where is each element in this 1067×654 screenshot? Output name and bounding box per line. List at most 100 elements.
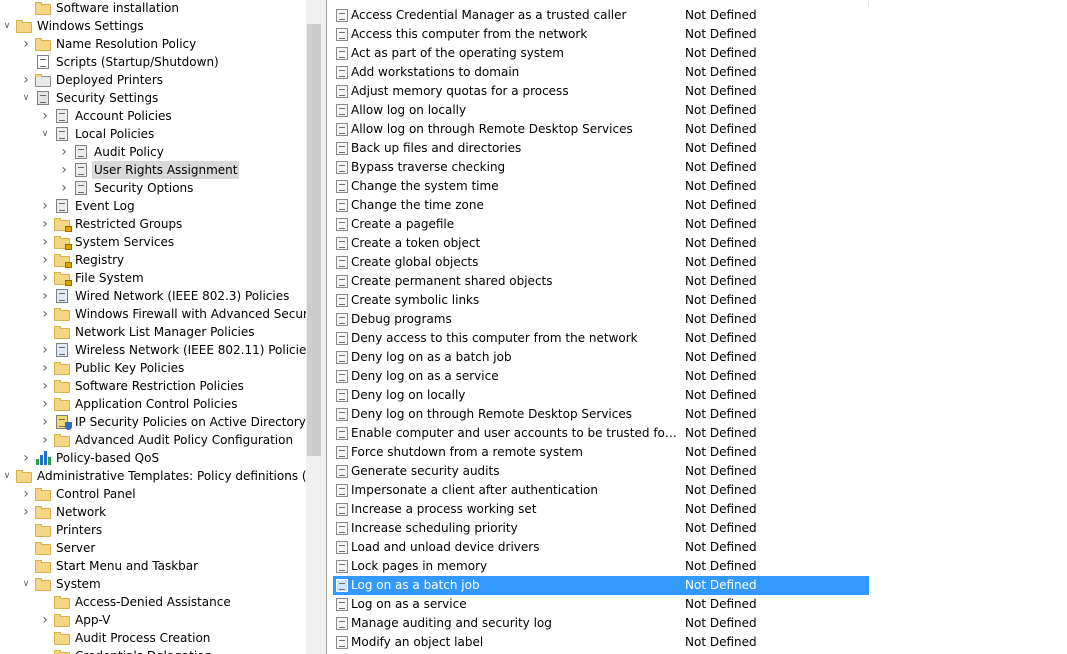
- policy-row[interactable]: Enable computer and user accounts to be …: [333, 424, 869, 443]
- tree-item[interactable]: Audit Process Creation: [38, 629, 306, 647]
- tree-item[interactable]: › Advanced Audit Policy Configuration: [38, 431, 306, 449]
- tree-item[interactable]: › Wired Network (IEEE 802.3) Policies: [38, 287, 306, 305]
- policy-row[interactable]: Increase a process working set Not Define…: [333, 500, 869, 519]
- policy-row[interactable]: Adjust memory quotas for a process Not De…: [333, 82, 869, 101]
- policy-row[interactable]: Lock pages in memory Not Defined: [333, 557, 869, 576]
- expand-chevron-icon[interactable]: ›: [38, 395, 52, 413]
- tree-item[interactable]: › Public Key Policies: [38, 359, 306, 377]
- policy-row[interactable]: Log on as a batch job Not Defined: [333, 576, 869, 595]
- policy-row[interactable]: Deny log on locally Not Defined: [333, 386, 869, 405]
- tree-item[interactable]: ∨ Windows Settings: [0, 17, 306, 35]
- collapse-chevron-icon[interactable]: ∨: [0, 467, 14, 485]
- policy-row[interactable]: Manage auditing and security log Not Defi…: [333, 614, 869, 633]
- expand-chevron-icon[interactable]: ›: [57, 143, 71, 161]
- tree-item[interactable]: › Restricted Groups: [38, 215, 306, 233]
- policy-row[interactable]: Deny access to this computer from the ne…: [333, 329, 869, 348]
- tree-item[interactable]: › Security Options: [57, 179, 306, 197]
- collapse-chevron-icon[interactable]: ∨: [19, 575, 33, 593]
- tree-item[interactable]: › Software Restriction Policies: [38, 377, 306, 395]
- expand-chevron-icon[interactable]: ›: [38, 269, 52, 287]
- tree-item[interactable]: › Policy-based QoS: [19, 449, 306, 467]
- expand-chevron-icon[interactable]: ›: [38, 107, 52, 125]
- tree-item[interactable]: › Wireless Network (IEEE 802.11) Policies: [38, 341, 306, 359]
- tree-item[interactable]: › Event Log: [38, 197, 306, 215]
- policy-row[interactable]: Create a pagefile Not Defined: [333, 215, 869, 234]
- collapse-chevron-icon[interactable]: ∨: [0, 17, 14, 35]
- tree-item[interactable]: Credentials Delegation: [38, 647, 306, 654]
- expand-chevron-icon[interactable]: ›: [38, 215, 52, 233]
- policy-row[interactable]: Force shutdown from a remote system Not D…: [333, 443, 869, 462]
- tree-item[interactable]: ∨ System: [19, 575, 306, 593]
- tree-item[interactable]: › Name Resolution Policy: [19, 35, 306, 53]
- tree-item[interactable]: Server: [19, 539, 306, 557]
- expand-chevron-icon[interactable]: ›: [38, 305, 52, 323]
- tree-item[interactable]: › Deployed Printers: [19, 71, 306, 89]
- policy-row[interactable]: Change the time zone Not Defined: [333, 196, 869, 215]
- policy-row[interactable]: Debug programs Not Defined: [333, 310, 869, 329]
- tree-item[interactable]: › IP Security Policies on Active Director…: [38, 413, 306, 431]
- console-tree[interactable]: Software installation ∨ Windows Settings › N…: [0, 0, 306, 654]
- tree-item[interactable]: Software installation: [19, 0, 306, 17]
- tree-item[interactable]: ∨ Local Policies: [38, 125, 306, 143]
- expand-chevron-icon[interactable]: ›: [38, 233, 52, 251]
- policy-row[interactable]: Create a token object Not Defined: [333, 234, 869, 253]
- tree-item[interactable]: › Network: [19, 503, 306, 521]
- policy-row[interactable]: Deny log on as a service Not Defined: [333, 367, 869, 386]
- tree-item[interactable]: › System Services: [38, 233, 306, 251]
- policy-row[interactable]: Deny log on as a batch job Not Defined: [333, 348, 869, 367]
- tree-item[interactable]: ∨ Administrative Templates: Policy defini…: [0, 467, 306, 485]
- policy-row[interactable]: Modify an object label Not Defined: [333, 633, 869, 652]
- expand-chevron-icon[interactable]: ›: [38, 413, 52, 431]
- tree-item[interactable]: › Account Policies: [38, 107, 306, 125]
- policy-row[interactable]: Add workstations to domain Not Defined: [333, 63, 869, 82]
- policy-list[interactable]: Access Credential Manager as a trusted c…: [327, 0, 1067, 654]
- collapse-chevron-icon[interactable]: ∨: [19, 89, 33, 107]
- policy-row[interactable]: Load and unload device drivers Not Define…: [333, 538, 869, 557]
- collapse-chevron-icon[interactable]: ∨: [38, 125, 52, 143]
- policy-row[interactable]: Allow log on locally Not Defined: [333, 101, 869, 120]
- expand-chevron-icon[interactable]: ›: [38, 287, 52, 305]
- policy-row[interactable]: Generate security audits Not Defined: [333, 462, 869, 481]
- tree-item[interactable]: Access-Denied Assistance: [38, 593, 306, 611]
- expand-chevron-icon[interactable]: ›: [19, 35, 33, 53]
- policy-row[interactable]: Back up files and directories Not Defined: [333, 139, 869, 158]
- policy-row[interactable]: Impersonate a client after authenticatio…: [333, 481, 869, 500]
- tree-item[interactable]: › Audit Policy: [57, 143, 306, 161]
- tree-item[interactable]: › Registry: [38, 251, 306, 269]
- tree-item[interactable]: › Control Panel: [19, 485, 306, 503]
- policy-row[interactable]: Create global objects Not Defined: [333, 253, 869, 272]
- policy-row[interactable]: Increase scheduling priority Not Defined: [333, 519, 869, 538]
- tree-item[interactable]: ∨ Security Settings: [19, 89, 306, 107]
- expand-chevron-icon[interactable]: ›: [57, 179, 71, 197]
- tree-item[interactable]: › App-V: [38, 611, 306, 629]
- tree-item[interactable]: › User Rights Assignment: [57, 161, 306, 179]
- expand-chevron-icon[interactable]: ›: [38, 341, 52, 359]
- tree-item[interactable]: Network List Manager Policies: [38, 323, 306, 341]
- expand-chevron-icon[interactable]: ›: [57, 161, 71, 179]
- expand-chevron-icon[interactable]: ›: [19, 503, 33, 521]
- policy-row[interactable]: Create symbolic links Not Defined: [333, 291, 869, 310]
- policy-row[interactable]: Change the system time Not Defined: [333, 177, 869, 196]
- tree-scrollbar-thumb[interactable]: [307, 24, 321, 456]
- expand-chevron-icon[interactable]: ›: [19, 449, 33, 467]
- policy-row[interactable]: Bypass traverse checking Not Defined: [333, 158, 869, 177]
- policy-row[interactable]: Act as part of the operating system Not D…: [333, 44, 869, 63]
- policy-row[interactable]: Log on as a service Not Defined: [333, 595, 869, 614]
- tree-item[interactable]: Start Menu and Taskbar: [19, 557, 306, 575]
- expand-chevron-icon[interactable]: ›: [38, 359, 52, 377]
- tree-item[interactable]: Scripts (Startup/Shutdown): [19, 53, 306, 71]
- expand-chevron-icon[interactable]: ›: [38, 377, 52, 395]
- expand-chevron-icon[interactable]: ›: [19, 485, 33, 503]
- expand-chevron-icon[interactable]: ›: [19, 71, 33, 89]
- policy-row[interactable]: Access Credential Manager as a trusted c…: [333, 6, 869, 25]
- tree-item[interactable]: Printers: [19, 521, 306, 539]
- policy-row[interactable]: Access this computer from the network Not…: [333, 25, 869, 44]
- policy-row[interactable]: Create permanent shared objects Not Defin…: [333, 272, 869, 291]
- policy-row[interactable]: Allow log on through Remote Desktop Serv…: [333, 120, 869, 139]
- tree-item[interactable]: › Application Control Policies: [38, 395, 306, 413]
- expand-chevron-icon[interactable]: ›: [38, 431, 52, 449]
- policy-row[interactable]: Deny log on through Remote Desktop Servi…: [333, 405, 869, 424]
- expand-chevron-icon[interactable]: ›: [38, 197, 52, 215]
- expand-chevron-icon[interactable]: ›: [38, 251, 52, 269]
- tree-item[interactable]: › File System: [38, 269, 306, 287]
